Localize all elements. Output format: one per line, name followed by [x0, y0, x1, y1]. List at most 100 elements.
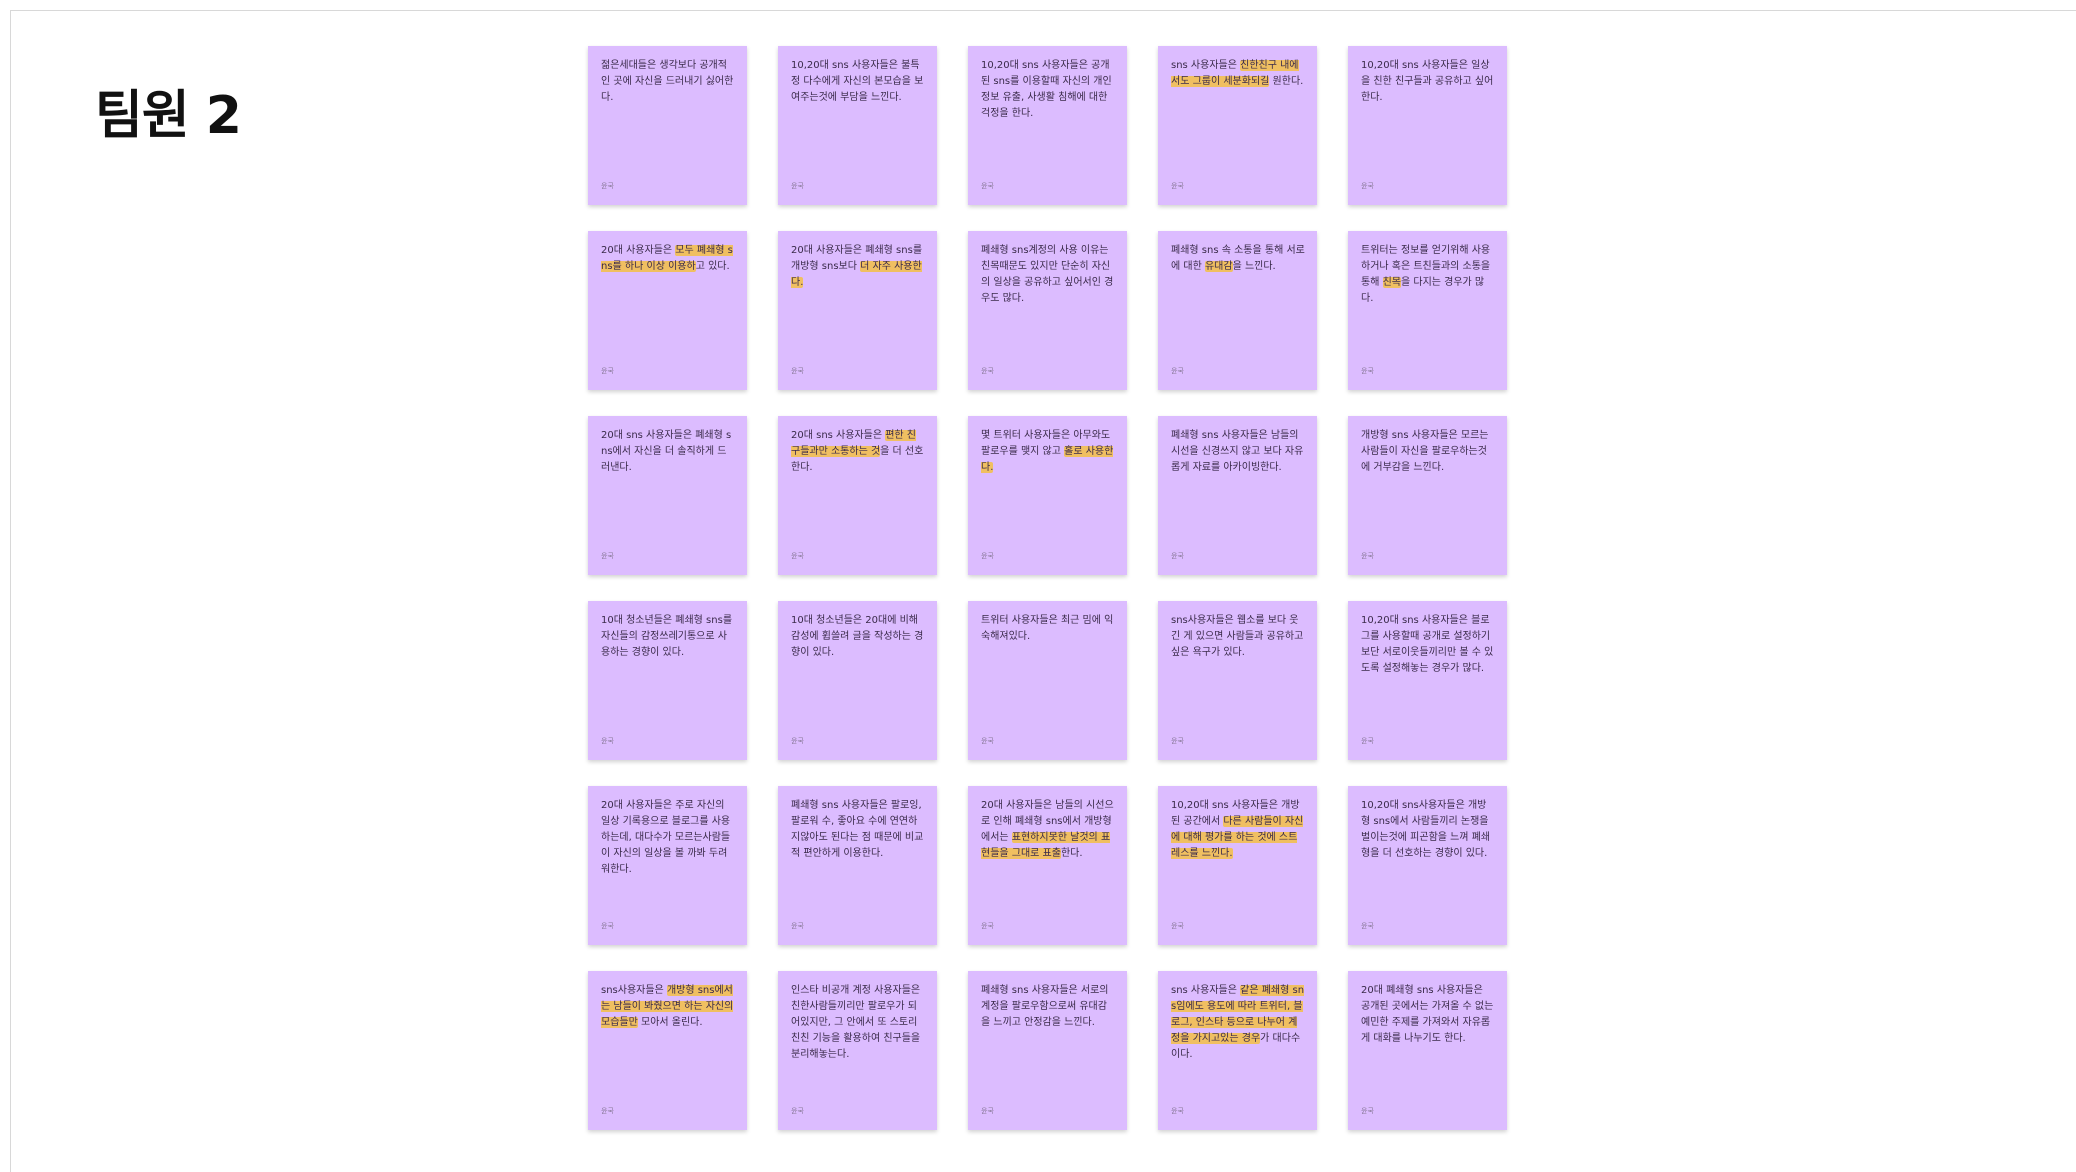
sticky-note[interactable]: sns사용자들은 웹소를 보다 웃긴 게 있으면 사람들과 공유하고 싶은 욕구…	[1158, 601, 1317, 760]
whiteboard-canvas[interactable]: 팀원 2 젊은세대들은 생각보다 공개적인 곳에 자신을 드러내기 싫어한다. 윤…	[10, 10, 2076, 1172]
sticky-note-author: 윤국	[601, 552, 614, 560]
note-text-segment: 폐쇄형 sns 사용자들은 남들의 시선을 신경쓰지 않고 보다 자유롭게 자료…	[1171, 430, 1304, 473]
sticky-note-text: 젊은세대들은 생각보다 공개적인 곳에 자신을 드러내기 싫어한다.	[601, 58, 735, 106]
note-text-segment: 폐쇄형 sns계정의 사용 이유는 친목때문도 있지만 단순히 자신의 일상을 …	[981, 245, 1114, 304]
sticky-note[interactable]: 20대 사용자들은 폐쇄형 sns를 개방형 sns보다 더 자주 사용한다. 윤…	[778, 231, 937, 390]
sticky-note-text: 개방형 sns 사용자들은 모르는 사람들이 자신을 팔로우하는것에 거부감을 …	[1361, 428, 1495, 476]
note-text-segment: 10,20대 sns 사용자들은 공개된 sns를 이용할때 자신의 개인정보 …	[981, 60, 1112, 119]
sticky-note-text: 20대 사용자들은 폐쇄형 sns를 개방형 sns보다 더 자주 사용한다.	[791, 243, 925, 291]
sticky-note[interactable]: 몇 트위터 사용자들은 아무와도 팔로우를 맺지 않고 홀로 사용한다. 윤국	[968, 416, 1127, 575]
sticky-note[interactable]: 20대 사용자들은 남들의 시선으로 인해 폐쇄형 sns에서 개방형에서는 표…	[968, 786, 1127, 945]
sticky-note-author: 윤국	[791, 922, 804, 930]
sticky-note[interactable]: 10,20대 sns 사용자들은 불특정 다수에게 자신의 본모습을 보여주는것…	[778, 46, 937, 205]
note-text-segment: sns 사용자들은	[1171, 985, 1241, 996]
sticky-note-author: 윤국	[791, 182, 804, 190]
sticky-note[interactable]: 트위터 사용자들은 최근 밈에 익숙해져있다. 윤국	[968, 601, 1127, 760]
sticky-note-text: 20대 sns 사용자들은 편한 친구들과만 소통하는 것을 더 선호한다.	[791, 428, 925, 476]
sticky-note-author: 윤국	[1171, 737, 1184, 745]
note-text-segment: 10,20대 sns 사용자들은 일상을 친한 친구들과 공유하고 싶어한다.	[1361, 60, 1494, 103]
sticky-note[interactable]: 폐쇄형 sns계정의 사용 이유는 친목때문도 있지만 단순히 자신의 일상을 …	[968, 231, 1127, 390]
sticky-note[interactable]: sns 사용자들은 친한친구 내에서도 그룹이 세분화되길 원한다. 윤국	[1158, 46, 1317, 205]
sticky-note-text: 10대 청소년들은 20대에 비해 감성에 휩쓸려 글을 작성하는 경향이 있다…	[791, 613, 925, 661]
sticky-note-author: 윤국	[981, 182, 994, 190]
note-text-segment: 트위터 사용자들은 최근 밈에 익숙해져있다.	[981, 615, 1114, 642]
sticky-note[interactable]: 폐쇄형 sns 사용자들은 서로의 계정을 팔로우함으로써 유대감을 느끼고 안…	[968, 971, 1127, 1130]
sticky-note-author: 윤국	[981, 367, 994, 375]
sticky-note-text: 폐쇄형 sns 사용자들은 서로의 계정을 팔로우함으로써 유대감을 느끼고 안…	[981, 983, 1115, 1031]
sticky-note-text: 20대 사용자들은 모두 폐쇄형 sns를 하나 이상 이용하고 있다.	[601, 243, 735, 275]
sticky-note-text: 10,20대 sns 사용자들은 개방된 공간에서 다른 사람들이 자신에 대해…	[1171, 798, 1305, 862]
sticky-note[interactable]: 10,20대 sns 사용자들은 공개된 sns를 이용할때 자신의 개인정보 …	[968, 46, 1127, 205]
sticky-note-author: 윤국	[601, 737, 614, 745]
sticky-note-author: 윤국	[981, 1107, 994, 1115]
sticky-note[interactable]: 20대 사용자들은 주로 자신의 일상 기록용으로 블로그를 사용하는데, 대다…	[588, 786, 747, 945]
sticky-note-author: 윤국	[1361, 367, 1374, 375]
sticky-note-author: 윤국	[601, 182, 614, 190]
sticky-note-author: 윤국	[601, 1107, 614, 1115]
sticky-note-text: 폐쇄형 sns계정의 사용 이유는 친목때문도 있지만 단순히 자신의 일상을 …	[981, 243, 1115, 307]
sticky-note[interactable]: 10,20대 sns사용자들은 개방형 sns에서 사람들끼리 논쟁을 벌이는것…	[1348, 786, 1507, 945]
sticky-note[interactable]: 인스타 비공개 계정 사용자들은 친한사람들끼리만 팔로우가 되어있지만, 그 …	[778, 971, 937, 1130]
sticky-note[interactable]: 20대 sns 사용자들은 편한 친구들과만 소통하는 것을 더 선호한다. 윤국	[778, 416, 937, 575]
sticky-note[interactable]: 개방형 sns 사용자들은 모르는 사람들이 자신을 팔로우하는것에 거부감을 …	[1348, 416, 1507, 575]
sticky-note[interactable]: 폐쇄형 sns 속 소통을 통해 서로에 대한 유대감을 느낀다. 윤국	[1158, 231, 1317, 390]
sticky-note[interactable]: 20대 sns 사용자들은 폐쇄형 sns에서 자신을 더 솔직하게 드러낸다.…	[588, 416, 747, 575]
sticky-note-text: 몇 트위터 사용자들은 아무와도 팔로우를 맺지 않고 홀로 사용한다.	[981, 428, 1115, 476]
sticky-note[interactable]: 폐쇄형 sns 사용자들은 남들의 시선을 신경쓰지 않고 보다 자유롭게 자료…	[1158, 416, 1317, 575]
highlighted-text: 유대감	[1204, 261, 1233, 272]
sticky-note-author: 윤국	[981, 737, 994, 745]
sticky-note-author: 윤국	[1361, 1107, 1374, 1115]
note-text-segment: 폐쇄형 sns 사용자들은 서로의 계정을 팔로우함으로써 유대감을 느끼고 안…	[981, 985, 1109, 1028]
sticky-note-author: 윤국	[981, 552, 994, 560]
note-text-segment: 20대 폐쇄형 sns 사용자들은 공개된 곳에서는 가져올 수 없는 예민한 …	[1361, 985, 1494, 1044]
sticky-note-author: 윤국	[791, 1107, 804, 1115]
sticky-note-text: 인스타 비공개 계정 사용자들은 친한사람들끼리만 팔로우가 되어있지만, 그 …	[791, 983, 925, 1063]
sticky-note-author: 윤국	[791, 367, 804, 375]
note-text-segment: sns사용자들은	[601, 985, 667, 996]
sticky-note-text: 20대 사용자들은 남들의 시선으로 인해 폐쇄형 sns에서 개방형에서는 표…	[981, 798, 1115, 862]
sticky-note-text: 10,20대 sns사용자들은 개방형 sns에서 사람들끼리 논쟁을 벌이는것…	[1361, 798, 1495, 862]
sticky-note-author: 윤국	[1361, 737, 1374, 745]
sticky-note[interactable]: 트위터는 정보를 얻기위해 사용하거나 혹은 트친들과의 소통을 통해 친목을 …	[1348, 231, 1507, 390]
note-text-segment: 젊은세대들은 생각보다 공개적인 곳에 자신을 드러내기 싫어한다.	[601, 60, 734, 103]
sticky-note-text: 10,20대 sns 사용자들은 불특정 다수에게 자신의 본모습을 보여주는것…	[791, 58, 925, 106]
sticky-note-text: 10,20대 sns 사용자들은 일상을 친한 친구들과 공유하고 싶어한다.	[1361, 58, 1495, 106]
sticky-note-text: 20대 사용자들은 주로 자신의 일상 기록용으로 블로그를 사용하는데, 대다…	[601, 798, 735, 878]
sticky-note[interactable]: 20대 폐쇄형 sns 사용자들은 공개된 곳에서는 가져올 수 없는 예민한 …	[1348, 971, 1507, 1130]
sticky-note[interactable]: 젊은세대들은 생각보다 공개적인 곳에 자신을 드러내기 싫어한다. 윤국	[588, 46, 747, 205]
note-text-segment: 원한다.	[1269, 76, 1304, 87]
note-text-segment: 10,20대 sns사용자들은 개방형 sns에서 사람들끼리 논쟁을 벌이는것…	[1361, 800, 1491, 859]
sticky-note-author: 윤국	[1361, 922, 1374, 930]
sticky-note[interactable]: 10,20대 sns 사용자들은 개방된 공간에서 다른 사람들이 자신에 대해…	[1158, 786, 1317, 945]
sticky-note-author: 윤국	[791, 737, 804, 745]
sticky-note[interactable]: 10,20대 sns 사용자들은 일상을 친한 친구들과 공유하고 싶어한다. 윤…	[1348, 46, 1507, 205]
sticky-note[interactable]: 20대 사용자들은 모두 폐쇄형 sns를 하나 이상 이용하고 있다. 윤국	[588, 231, 747, 390]
sticky-note[interactable]: 10,20대 sns 사용자들은 블로그를 사용할때 공개로 설정하기보단 서로…	[1348, 601, 1507, 760]
note-text-segment: 폐쇄형 sns 사용자들은 팔로잉, 팔로워 수, 좋아요 수에 연연하지않아도…	[791, 800, 924, 859]
sticky-note-text: 폐쇄형 sns 사용자들은 남들의 시선을 신경쓰지 않고 보다 자유롭게 자료…	[1171, 428, 1305, 476]
note-text-segment: 20대 sns 사용자들은 폐쇄형 sns에서 자신을 더 솔직하게 드러낸다.	[601, 430, 732, 473]
sticky-note[interactable]: sns사용자들은 개방형 sns에서는 남들이 봐줬으면 하는 자신의 모습들만…	[588, 971, 747, 1130]
note-text-segment: 모아서 올린다.	[637, 1017, 703, 1028]
sticky-note[interactable]: 10대 청소년들은 폐쇄형 sns를 자신들의 감정쓰레기통으로 사용하는 경향…	[588, 601, 747, 760]
sticky-note-text: sns사용자들은 웹소를 보다 웃긴 게 있으면 사람들과 공유하고 싶은 욕구…	[1171, 613, 1305, 661]
sticky-note[interactable]: 10대 청소년들은 20대에 비해 감성에 휩쓸려 글을 작성하는 경향이 있다…	[778, 601, 937, 760]
note-text-segment: 고 있다.	[695, 261, 730, 272]
sticky-note-text: 트위터 사용자들은 최근 밈에 익숙해져있다.	[981, 613, 1115, 645]
sticky-note-text: 10,20대 sns 사용자들은 공개된 sns를 이용할때 자신의 개인정보 …	[981, 58, 1115, 122]
sticky-note-text: 트위터는 정보를 얻기위해 사용하거나 혹은 트친들과의 소통을 통해 친목을 …	[1361, 243, 1495, 307]
page-title: 팀원 2	[95, 86, 242, 146]
note-text-segment: 20대 sns 사용자들은	[791, 430, 886, 441]
sticky-note-author: 윤국	[1171, 367, 1184, 375]
note-text-segment: 10,20대 sns 사용자들은 블로그를 사용할때 공개로 설정하기보단 서로…	[1361, 615, 1494, 674]
sticky-note-author: 윤국	[1361, 552, 1374, 560]
sticky-note[interactable]: 폐쇄형 sns 사용자들은 팔로잉, 팔로워 수, 좋아요 수에 연연하지않아도…	[778, 786, 937, 945]
sticky-note-author: 윤국	[601, 922, 614, 930]
sticky-note-text: 10,20대 sns 사용자들은 블로그를 사용할때 공개로 설정하기보단 서로…	[1361, 613, 1495, 677]
sticky-note-text: 폐쇄형 sns 속 소통을 통해 서로에 대한 유대감을 느낀다.	[1171, 243, 1305, 275]
sticky-note[interactable]: sns 사용자들은 같은 폐쇄형 sns임에도 용도에 따라 트위터, 블로그,…	[1158, 971, 1317, 1130]
sticky-note-author: 윤국	[601, 367, 614, 375]
sticky-note-author: 윤국	[791, 552, 804, 560]
sticky-note-text: 20대 sns 사용자들은 폐쇄형 sns에서 자신을 더 솔직하게 드러낸다.	[601, 428, 735, 476]
note-text-segment: 10대 청소년들은 20대에 비해 감성에 휩쓸려 글을 작성하는 경향이 있다…	[791, 615, 924, 658]
